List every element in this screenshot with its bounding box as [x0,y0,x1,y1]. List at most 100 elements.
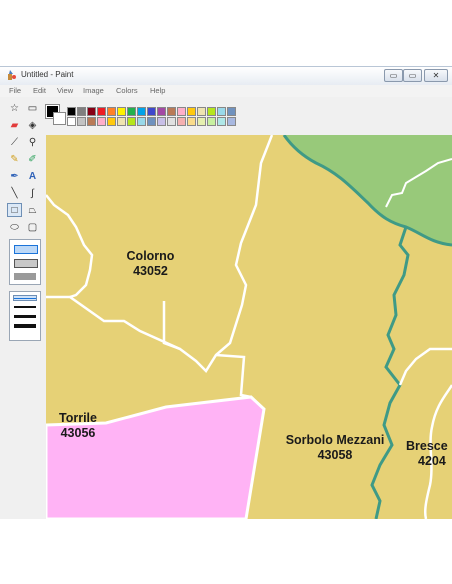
palette-swatch[interactable] [177,117,186,126]
close-button[interactable]: ✕ [424,69,448,82]
palette-swatch[interactable] [97,117,106,126]
map-label-code: 4204 [418,454,446,468]
maximize-button[interactable]: ▭ [403,69,422,82]
map-label-name: Bresce [406,439,448,453]
line-width-options [9,291,41,341]
ellipse-icon: ⬭ [10,221,19,233]
rounded-rectangle-tool[interactable]: ▢ [25,220,40,234]
fill-style-outline[interactable] [14,245,38,254]
palette-swatch[interactable] [127,117,136,126]
menu-colors[interactable]: Colors [116,86,138,95]
palette-swatch[interactable] [157,107,166,116]
fill-tool[interactable]: ◈ [25,118,40,132]
eraser-icon: ▰ [10,119,19,131]
menu-view[interactable]: View [57,86,73,95]
palette-swatch[interactable] [187,107,196,116]
fill-bucket-icon: ◈ [28,119,37,131]
polygon-tool[interactable]: ⏢ [25,203,40,217]
palette-swatch[interactable] [117,117,126,126]
paint-window: Untitled - Paint ▭ ▭ ✕ File Edit View Im… [0,66,452,519]
menu-help[interactable]: Help [150,86,165,95]
ellipse-tool[interactable]: ⬭ [7,220,22,234]
line-tool[interactable]: ╲ [7,186,22,200]
palette-swatch[interactable] [147,117,156,126]
map-label-sorbolo-mezzani: Sorbolo Mezzani 43058 [272,433,398,463]
line-width-2[interactable] [14,306,36,308]
free-select-icon: ☆ [10,102,19,114]
brush-icon: ✐ [28,153,37,165]
menu-image[interactable]: Image [83,86,104,95]
palette-swatch[interactable] [187,117,196,126]
palette-swatch[interactable] [227,117,236,126]
text-tool[interactable]: A [25,169,40,183]
palette-swatch[interactable] [197,107,206,116]
palette-swatch[interactable] [207,117,216,126]
map-label-name: Sorbolo Mezzani [285,433,385,447]
palette-swatch[interactable] [67,107,76,116]
line-width-1[interactable] [13,295,37,301]
text-icon: A [28,170,37,182]
menu-file[interactable]: File [9,86,21,95]
eraser-tool[interactable]: ▰ [7,118,22,132]
background-color[interactable] [53,112,66,125]
current-colors[interactable] [45,104,66,125]
airbrush-tool[interactable]: ✒ [7,169,22,183]
palette-swatch[interactable] [117,107,126,116]
color-picker-tool[interactable]: ⟋ [7,135,22,149]
line-width-3[interactable] [14,315,36,318]
palette-swatch[interactable] [87,117,96,126]
palette-swatch[interactable] [157,117,166,126]
palette-swatch[interactable] [177,107,186,116]
free-select-tool[interactable]: ☆ [7,101,22,115]
palette-swatch[interactable] [197,117,206,126]
polygon-icon: ⏢ [28,204,37,216]
airbrush-icon: ✒ [10,170,19,182]
rect-select-icon: ▭ [27,102,38,114]
rect-select-tool[interactable]: ▭ [25,101,40,115]
brush-tool[interactable]: ✐ [25,152,40,166]
fill-style-fill[interactable] [14,273,36,280]
curve-tool[interactable]: ∫ [25,186,40,200]
palette-swatch[interactable] [207,107,216,116]
palette-swatch[interactable] [127,107,136,116]
fill-style-outline-fill[interactable] [14,259,38,268]
palette-swatch[interactable] [107,107,116,116]
palette-swatch[interactable] [167,107,176,116]
title-bar[interactable]: Untitled - Paint ▭ ▭ ✕ [0,67,452,85]
palette-swatch[interactable] [67,117,76,126]
pencil-tool[interactable]: ✎ [7,152,22,166]
map-label-code: 43058 [317,448,353,462]
palette-swatch[interactable] [87,107,96,116]
maximize-icon: ▭ [408,71,417,80]
palette-swatch[interactable] [77,117,86,126]
map-label-code: 43052 [133,264,168,278]
rectangle-icon: □ [11,204,18,216]
magnifier-tool[interactable]: ⚲ [25,135,40,149]
palette-swatch[interactable] [137,107,146,116]
palette-swatch[interactable] [137,117,146,126]
paint-app-icon [8,70,16,80]
menu-bar: File Edit View Image Colors Help [0,85,452,97]
map-label-code: 43056 [60,426,96,440]
map-label-name: Torrile [59,411,97,425]
window-title: Untitled - Paint [21,70,74,79]
magnifier-icon: ⚲ [28,136,37,148]
rectangle-tool[interactable]: □ [7,203,22,217]
menu-edit[interactable]: Edit [33,86,46,95]
minimize-button[interactable]: ▭ [384,69,403,82]
map-label-torrile: Torrile 43056 [48,411,108,441]
palette-swatch[interactable] [147,107,156,116]
palette-swatch[interactable] [107,117,116,126]
line-width-4[interactable] [14,324,36,328]
line-icon: ╲ [11,187,18,199]
palette-swatch[interactable] [217,117,226,126]
map-label-colorno: Colorno 43052 [108,249,193,279]
palette-swatch[interactable] [77,107,86,116]
palette-swatch[interactable] [227,107,236,116]
palette-swatch[interactable] [167,117,176,126]
palette-swatch[interactable] [217,107,226,116]
close-icon: ✕ [432,71,440,80]
map-label-brescello: Bresce 4204 [406,439,452,469]
palette-swatch[interactable] [97,107,106,116]
drawing-canvas[interactable]: Colorno 43052 Torrile 43056 Sorbolo Mezz… [46,135,452,519]
